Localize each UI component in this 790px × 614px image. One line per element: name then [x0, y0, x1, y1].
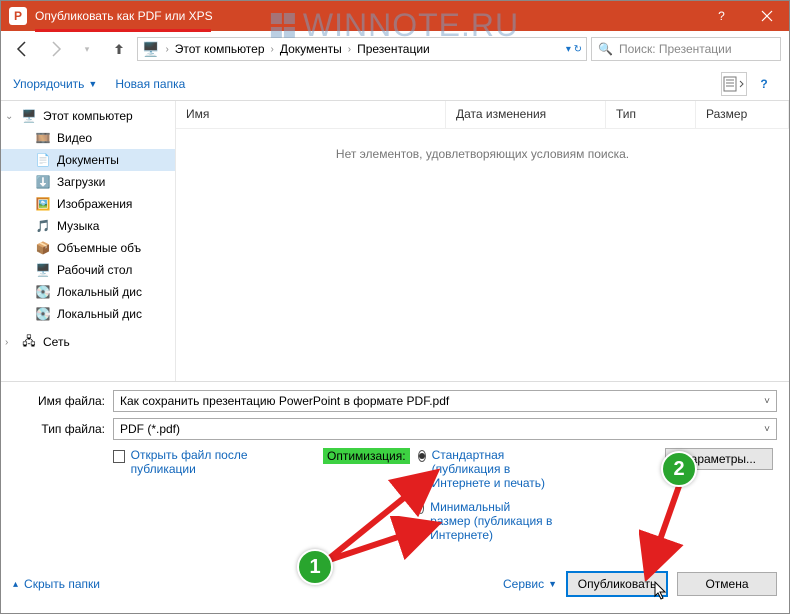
titlebar: P Опубликовать как PDF или XPS ?	[1, 1, 789, 31]
chevron-down-icon[interactable]: ˅	[764, 396, 770, 407]
sidebar: ⌄🖥️Этот компьютер 🎞️Видео 📄Документы ⬇️З…	[1, 101, 175, 381]
pc-icon: 🖥️	[21, 108, 37, 124]
chevron-right-icon: ›	[271, 44, 274, 55]
filetype-select[interactable]: PDF (*.pdf)˅	[113, 418, 777, 440]
sidebar-item-downloads[interactable]: ⬇️Загрузки	[1, 171, 175, 193]
sidebar-item-network[interactable]: ›🖧Сеть	[1, 331, 175, 353]
column-size[interactable]: Размер	[696, 101, 789, 128]
radio-icon	[418, 502, 425, 514]
chevron-down-icon: ▼	[548, 579, 557, 589]
video-icon: 🎞️	[35, 130, 51, 146]
empty-message: Нет элементов, удовлетворяющих условиям …	[176, 129, 789, 161]
checkbox-icon	[113, 450, 125, 463]
downloads-icon: ⬇️	[35, 174, 51, 190]
disk-icon: 💽	[35, 306, 51, 322]
column-date[interactable]: Дата изменения	[446, 101, 606, 128]
main-area: ⌄🖥️Этот компьютер 🎞️Видео 📄Документы ⬇️З…	[1, 101, 789, 381]
sidebar-item-documents[interactable]: 📄Документы	[1, 149, 175, 171]
publish-button[interactable]: Опубликовать	[567, 572, 667, 596]
chevron-down-icon: ▼	[88, 79, 97, 89]
sidebar-item-desktop[interactable]: 🖥️Рабочий стол	[1, 259, 175, 281]
filename-input[interactable]: Как сохранить презентацию PowerPoint в ф…	[113, 390, 777, 412]
sidebar-item-pc[interactable]: ⌄🖥️Этот компьютер	[1, 105, 175, 127]
recent-dropdown[interactable]: ▾	[73, 35, 101, 63]
bottom-panel: Имя файла: Как сохранить презентацию Pow…	[1, 381, 789, 564]
column-name[interactable]: Имя	[176, 101, 446, 128]
window-title: Опубликовать как PDF или XPS	[35, 9, 699, 23]
new-folder-button[interactable]: Новая папка	[115, 77, 185, 91]
expand-icon[interactable]: ›	[5, 337, 15, 348]
sidebar-item-video[interactable]: 🎞️Видео	[1, 127, 175, 149]
filetype-label: Тип файла:	[13, 422, 113, 436]
radio-minimum[interactable]: Минимальный размер (публикация в Интерне…	[418, 500, 553, 542]
chevron-right-icon: ›	[165, 44, 168, 55]
parameters-button[interactable]: Параметры...	[665, 448, 773, 470]
pc-icon: 🖥️	[142, 41, 159, 58]
refresh-dropdown-icon[interactable]: ▾ ↻	[566, 44, 582, 55]
documents-icon: 📄	[35, 152, 51, 168]
pictures-icon: 🖼️	[35, 196, 51, 212]
annotation-underline	[35, 29, 211, 32]
tools-menu[interactable]: Сервис▼	[503, 577, 557, 591]
cube-icon: 📦	[35, 240, 51, 256]
powerpoint-icon: P	[9, 7, 27, 25]
column-headers: Имя Дата изменения Тип Размер	[176, 101, 789, 129]
cancel-button[interactable]: Отмена	[677, 572, 777, 596]
hide-folders-toggle[interactable]: ▴Скрыть папки	[13, 577, 100, 591]
toolbar: Упорядочить▼ Новая папка ?	[1, 67, 789, 101]
crumb-docs[interactable]: Документы	[280, 42, 342, 56]
address-bar[interactable]: 🖥️ › Этот компьютер › Документы › Презен…	[137, 37, 587, 61]
chevron-down-icon[interactable]: ˅	[764, 424, 770, 435]
chevron-right-icon: ›	[348, 44, 351, 55]
expand-icon[interactable]: ⌄	[5, 111, 15, 122]
help-icon[interactable]: ?	[751, 72, 777, 96]
music-icon: 🎵	[35, 218, 51, 234]
up-button[interactable]	[105, 35, 133, 63]
optimize-label: Оптимизация:	[323, 448, 410, 464]
sidebar-item-3d[interactable]: 📦Объемные объ	[1, 237, 175, 259]
sidebar-item-disk-c[interactable]: 💽Локальный дис	[1, 281, 175, 303]
sidebar-item-pictures[interactable]: 🖼️Изображения	[1, 193, 175, 215]
column-type[interactable]: Тип	[606, 101, 696, 128]
file-list: Имя Дата изменения Тип Размер Нет элемен…	[175, 101, 789, 381]
search-input[interactable]: 🔍 Поиск: Презентации	[591, 37, 781, 61]
forward-button[interactable]	[41, 35, 69, 63]
sidebar-item-disk-d[interactable]: 💽Локальный дис	[1, 303, 175, 325]
close-button[interactable]	[744, 1, 789, 31]
search-icon: 🔍	[598, 42, 613, 56]
open-after-checkbox[interactable]: Открыть файл после публикации	[113, 448, 293, 476]
organize-menu[interactable]: Упорядочить▼	[13, 77, 97, 91]
desktop-icon: 🖥️	[35, 262, 51, 278]
crumb-folder[interactable]: Презентации	[357, 42, 430, 56]
footer: ▴Скрыть папки Сервис▼ Опубликовать Отмен…	[1, 564, 789, 606]
radio-standard[interactable]: Стандартная (публикация в Интернете и пе…	[418, 448, 553, 490]
radio-icon	[418, 450, 426, 462]
back-button[interactable]	[9, 35, 37, 63]
filename-label: Имя файла:	[13, 394, 113, 408]
help-button[interactable]: ?	[699, 1, 744, 31]
search-placeholder: Поиск: Презентации	[619, 42, 732, 56]
navbar: ▾ 🖥️ › Этот компьютер › Документы › През…	[1, 31, 789, 67]
sidebar-item-music[interactable]: 🎵Музыка	[1, 215, 175, 237]
disk-icon: 💽	[35, 284, 51, 300]
caret-up-icon: ▴	[13, 579, 18, 590]
crumb-pc[interactable]: Этот компьютер	[175, 42, 265, 56]
view-mode-button[interactable]	[721, 72, 747, 96]
network-icon: 🖧	[21, 334, 37, 350]
